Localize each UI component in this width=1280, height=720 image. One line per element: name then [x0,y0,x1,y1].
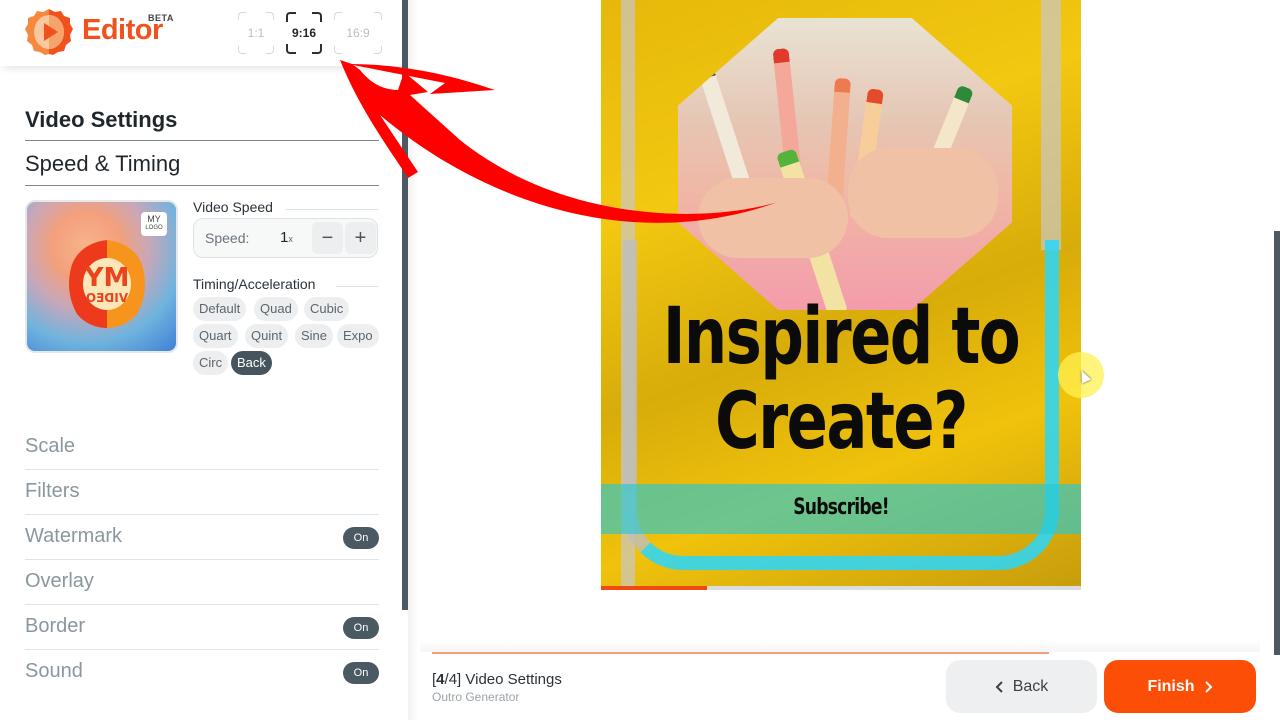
crayon [696,61,752,191]
chevron-right-icon [1204,680,1212,693]
back-label: Back [1012,677,1049,695]
plus-icon: + [354,226,367,249]
logo-text-my: MY [83,263,129,293]
timing-option-cubic[interactable]: Cubic [304,297,350,321]
minus-icon: − [321,226,334,249]
timing-option-expo[interactable]: Expo [337,324,379,348]
my-video-logo-icon: MY VIDEO [69,240,145,328]
ratio-label: 16:9 [346,26,370,40]
badge-bottom-text: LOGO [145,225,163,231]
speed-key: Speed: [205,230,250,246]
accordion-label: Watermark [25,525,123,547]
accordion-item-sound[interactable]: Sound On [25,650,379,695]
main-scrollbar[interactable] [1274,231,1280,655]
accordion-item-overlay[interactable]: Overlay [25,560,379,605]
ratio-label: 9:16 [291,26,317,40]
step-total: 4 [448,671,458,688]
divider [25,140,379,141]
accordion-item-watermark[interactable]: Watermark On [25,515,379,560]
video-playback-progress[interactable] [601,586,1081,590]
editor-header: Editor BETA 1:1 9:16 16:9 [0,0,402,66]
subscribe-text: Subscribe! [793,495,889,520]
border-toggle[interactable]: On [343,617,379,639]
badge-top-text: MY [147,214,161,224]
step-progress-fill [432,652,1050,654]
logo-text-video: VIDEO [86,291,128,305]
beta-badge: BETA [148,13,174,23]
lion-play-logo-icon [25,9,73,55]
step-indicator: [4/4] Video Settings [432,671,562,688]
speed-stepper: Speed: 1x − + [193,218,378,258]
video-speed-label: Video Speed [193,199,273,215]
accordion-label: Filters [25,480,80,502]
back-button[interactable]: Back [946,660,1097,713]
timing-option-back[interactable]: Back [231,351,272,375]
video-playback-progress-fill [601,586,707,590]
watermark-toggle[interactable]: On [343,527,379,549]
accordion-label: Border [25,615,86,637]
section-title: Video Settings [25,107,178,132]
hand [848,148,998,238]
headline-line-1: Inspired to [662,292,1021,382]
accordion-label: Scale [25,435,76,457]
footer-shadow [420,640,1260,652]
ratio-16-9-button[interactable]: 16:9 [334,12,382,54]
timing-label: Timing/Acceleration [193,276,316,292]
finish-label: Finish [1147,677,1195,695]
step-progress-bar [432,652,1255,654]
finish-button[interactable]: Finish [1104,660,1256,713]
step-subtitle: Outro Generator [432,690,520,704]
speed-value: 1x [280,229,293,246]
timing-option-default[interactable]: Default [193,297,247,321]
accordion-label: Overlay [25,570,94,592]
accordion-item-filters[interactable]: Filters [25,470,379,515]
speed-unit: x [288,234,293,244]
accordion-item-scale[interactable]: Scale [25,425,379,470]
timing-option-quad[interactable]: Quad [254,297,298,321]
speed-increment-button[interactable]: + [345,222,376,254]
step-current: 4 [436,671,445,688]
settings-sidebar: Editor BETA 1:1 9:16 16:9 Video Settings… [0,0,402,720]
divider [336,286,378,287]
timing-option-circ[interactable]: Circ [193,351,229,375]
gray-stripe [1041,0,1061,250]
divider [286,209,378,210]
accordion-item-border[interactable]: Border On [25,605,379,650]
divider [25,185,379,186]
ratio-label: 1:1 [247,26,265,40]
step-title: Video Settings [465,671,562,688]
video-thumbnail[interactable]: MY VIDEO MY LOGO [25,200,178,353]
sound-toggle[interactable]: On [343,662,379,684]
accordion-label: Sound [25,660,83,682]
ratio-1-1-button[interactable]: 1:1 [238,12,274,54]
ratio-9-16-button[interactable]: 9:16 [286,12,322,54]
speed-decrement-button[interactable]: − [312,222,343,254]
my-logo-badge: MY LOGO [141,212,167,236]
subsection-title[interactable]: Speed & Timing [25,151,180,177]
video-preview[interactable]: Inspired to Create? Subscribe! [601,0,1081,586]
timing-option-quart[interactable]: Quart [193,324,238,348]
timing-option-quint[interactable]: Quint [245,324,289,348]
chevron-left-icon [995,680,1003,693]
sidebar-shadow [408,0,418,720]
headline-line-2: Create? [715,377,968,467]
timing-option-sine[interactable]: Sine [295,324,334,348]
